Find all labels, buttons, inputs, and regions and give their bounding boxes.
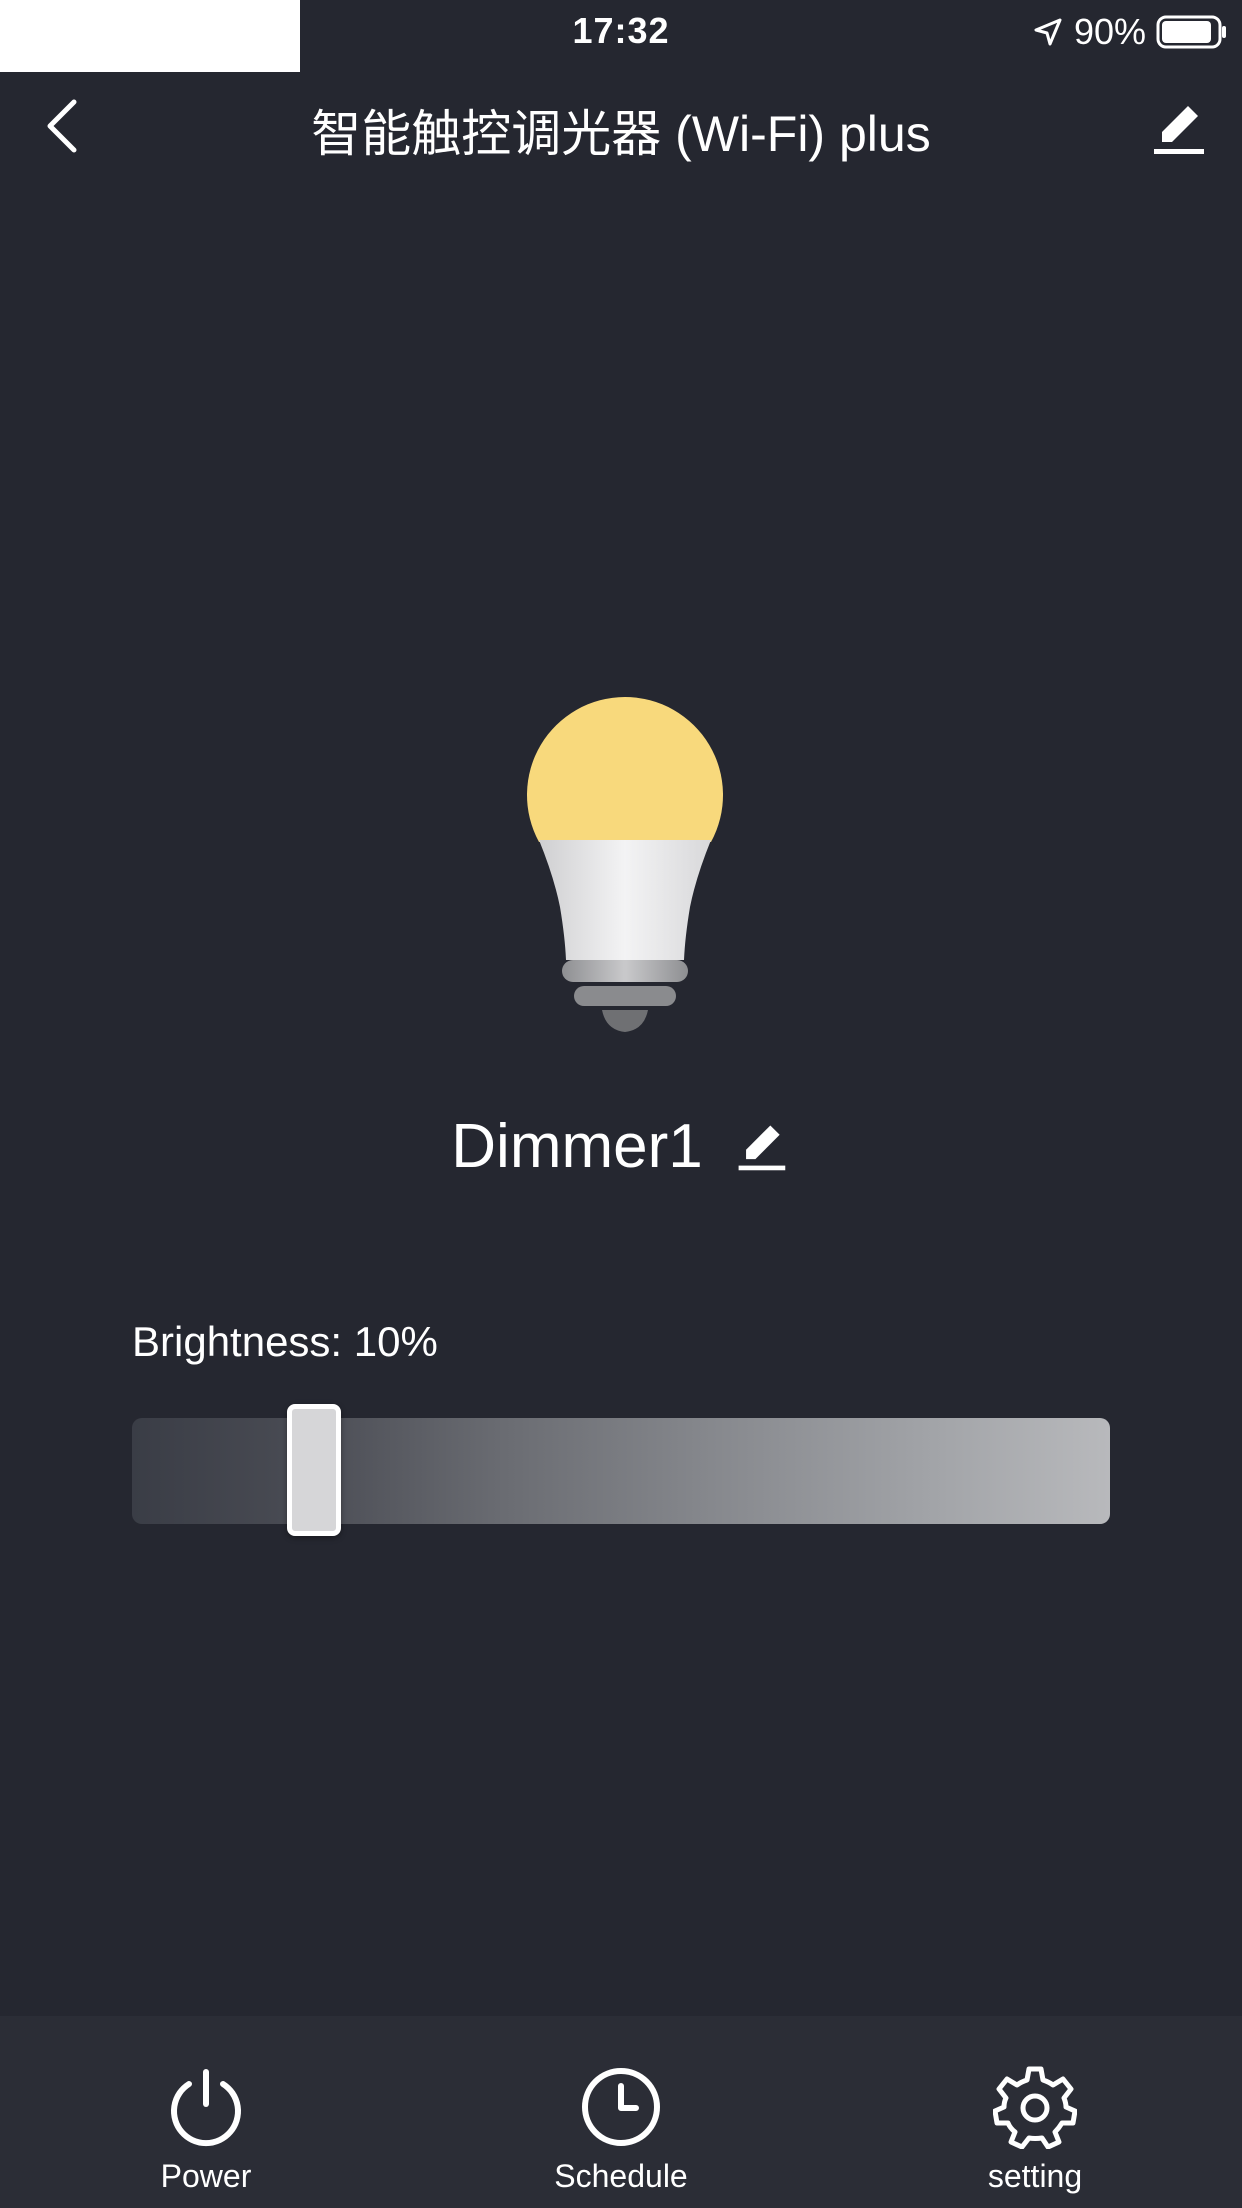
page-title: 智能触控调光器 (Wi-Fi) plus	[311, 106, 931, 162]
tab-setting-label: setting	[987, 2158, 1083, 2194]
brightness-slider[interactable]	[132, 1418, 1110, 1524]
brightness-label: Brightness: 10%	[132, 1318, 438, 1365]
device-control-screen: 17:32 90% 智能触控调光器 (Wi-Fi) plus Dimmer1 B…	[0, 0, 1242, 2208]
tab-setting[interactable]: setting	[885, 2016, 1185, 2208]
brightness-slider-thumb[interactable]	[287, 1404, 341, 1536]
pencil-icon	[1154, 106, 1204, 154]
light-bulb-illustration[interactable]	[520, 692, 730, 1037]
bottom-tab-bar: Power Schedule setting	[0, 2016, 1242, 2208]
power-icon	[163, 2064, 249, 2150]
light-bulb-icon	[527, 697, 723, 1032]
status-indicators: 90%	[1032, 11, 1228, 52]
tab-schedule[interactable]: Schedule	[471, 2016, 771, 2208]
navigation-header: 智能触控调光器 (Wi-Fi) plus	[0, 72, 1242, 182]
tab-power[interactable]: Power	[56, 2016, 356, 2208]
battery-percent: 90%	[1073, 11, 1146, 52]
battery-icon	[1156, 14, 1228, 50]
tab-power-label: Power	[160, 2158, 252, 2194]
rename-device-button[interactable]	[731, 1116, 791, 1176]
status-bar: 17:32 90%	[0, 0, 1242, 72]
device-name-row: Dimmer1	[0, 1106, 1242, 1186]
tab-schedule-label: Schedule	[554, 2158, 688, 2194]
device-name: Dimmer1	[451, 1111, 703, 1181]
gear-icon	[992, 2064, 1078, 2150]
chevron-left-icon	[47, 99, 77, 153]
back-button[interactable]	[30, 94, 94, 158]
edit-device-button[interactable]	[1142, 92, 1214, 164]
location-arrow-icon	[1032, 16, 1064, 48]
clock-icon	[578, 2064, 664, 2150]
pencil-icon	[738, 1125, 785, 1171]
